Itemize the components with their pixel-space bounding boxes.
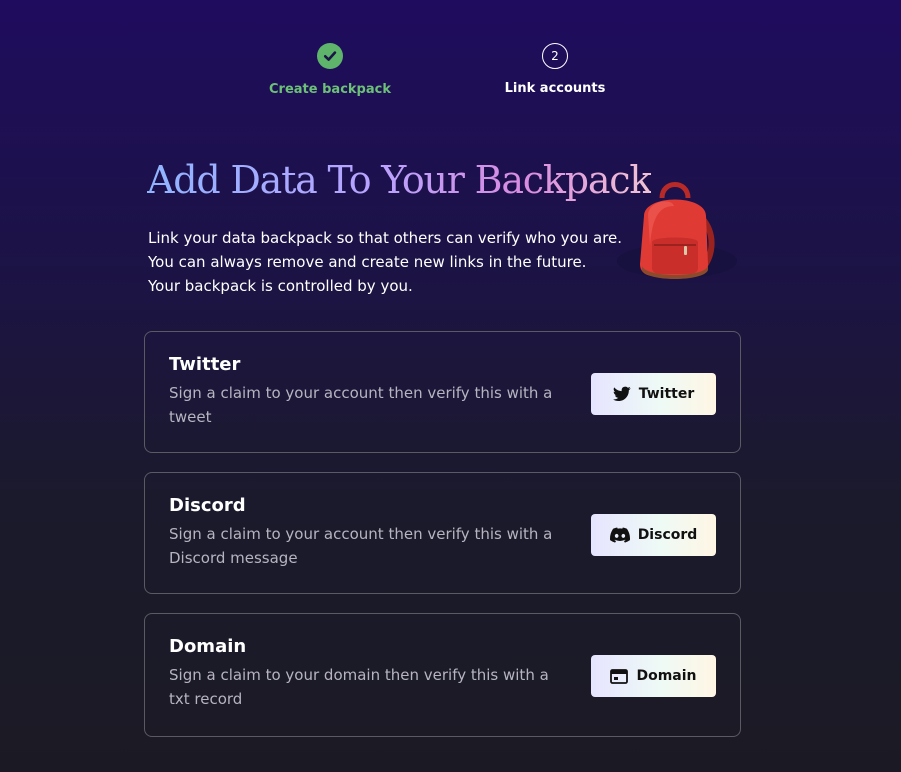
card-description: Sign a claim to your domain then verify … xyxy=(169,666,549,708)
link-twitter-button[interactable]: Twitter xyxy=(591,373,716,415)
card-description: Sign a claim to your account then verify… xyxy=(169,525,553,567)
card-title: Discord xyxy=(169,495,246,516)
step-number: 2 xyxy=(542,43,568,69)
intro-line: You can always remove and create new lin… xyxy=(148,253,587,271)
step-label: Create backpack xyxy=(269,82,391,97)
progress-stepper: Create backpack 2 Link accounts xyxy=(0,43,901,103)
card-title: Twitter xyxy=(169,354,241,375)
step-link-accounts: 2 Link accounts xyxy=(475,43,635,96)
link-domain-button[interactable]: Domain xyxy=(591,655,716,697)
button-label: Discord xyxy=(637,527,698,543)
card-title: Domain xyxy=(169,636,247,657)
twitter-link-card: Twitter Sign a claim to your account the… xyxy=(144,331,741,453)
intro-line: Your backpack is controlled by you. xyxy=(148,277,413,295)
discord-link-card: Discord Sign a claim to your account the… xyxy=(144,472,741,594)
checkmark-icon xyxy=(317,43,343,69)
step-label: Link accounts xyxy=(504,81,606,96)
intro-line: Link your data backpack so that others c… xyxy=(148,229,623,247)
page-title: Add Data To Your Backpack xyxy=(147,158,652,202)
step-create-backpack: Create backpack xyxy=(250,43,410,97)
twitter-icon xyxy=(612,386,631,402)
backpack-illustration xyxy=(612,176,742,286)
domain-link-card: Domain Sign a claim to your domain then … xyxy=(144,613,741,737)
link-discord-button[interactable]: Discord xyxy=(591,514,716,556)
discord-icon xyxy=(609,527,630,543)
button-label: Domain xyxy=(636,668,697,684)
intro-text: Link your data backpack so that others c… xyxy=(148,226,628,298)
button-label: Twitter xyxy=(638,386,695,402)
card-description: Sign a claim to your account then verify… xyxy=(169,384,553,426)
domain-icon xyxy=(610,668,629,684)
